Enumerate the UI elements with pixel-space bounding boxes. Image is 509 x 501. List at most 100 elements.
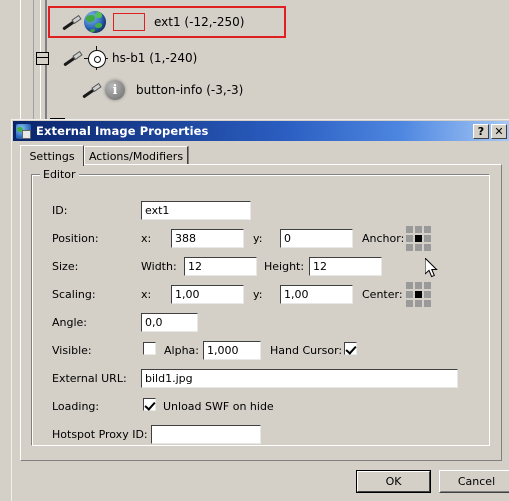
- tab-strip: Settings Actions/Modifiers: [20, 145, 502, 166]
- expand-box-icon[interactable]: [36, 51, 49, 65]
- dialog-title: External Image Properties: [36, 124, 209, 138]
- size-height-value[interactable]: 12: [310, 258, 366, 275]
- angle-stepper[interactable]: 0,0: [141, 312, 198, 332]
- row-angle: Angle: 0,0: [32, 311, 491, 333]
- anchor-cell-6[interactable]: [406, 243, 413, 251]
- hotspot-proxy-id-label: Hotspot Proxy ID:: [52, 427, 148, 441]
- row-scaling: Scaling: x: 1,00 y: 1,00 Center:: [32, 281, 491, 307]
- size-height-label: Height:: [264, 259, 305, 273]
- row-visible: Visible: Alpha: 1,000 Hand Cursor:: [32, 339, 491, 361]
- anchor-cell-5[interactable]: [424, 234, 431, 242]
- visible-checkbox[interactable]: [143, 342, 156, 355]
- anchor-cell-7[interactable]: [415, 243, 422, 251]
- pen-icon: [61, 50, 81, 66]
- hotspot-proxy-id-input[interactable]: [151, 424, 261, 444]
- anchor-selector[interactable]: [406, 225, 431, 251]
- position-label: Position:: [52, 231, 99, 245]
- center-cell-0[interactable]: [406, 281, 413, 289]
- anchor-cell-2[interactable]: [424, 225, 431, 233]
- image-globe-icon: [16, 123, 31, 139]
- crosshair-icon: [84, 46, 108, 70]
- row-hotspot-proxy-id: Hotspot Proxy ID:: [32, 423, 491, 445]
- anchor-cell-8[interactable]: [424, 243, 431, 251]
- tab-actions-modifiers[interactable]: Actions/Modifiers: [84, 146, 188, 165]
- center-cell-2[interactable]: [424, 281, 431, 289]
- tab-settings-label: Settings: [29, 149, 75, 163]
- scaling-x-stepper[interactable]: 1,00: [171, 284, 244, 304]
- scaling-x-label: x:: [141, 287, 152, 301]
- size-width-value[interactable]: 12: [185, 258, 241, 275]
- tab-actions-modifiers-label: Actions/Modifiers: [88, 149, 184, 163]
- tree-item-label: ext1 (-12,-250): [154, 15, 245, 29]
- pen-icon: [80, 82, 100, 98]
- help-button[interactable]: ?: [473, 123, 489, 139]
- center-cell-7[interactable]: [415, 299, 422, 307]
- tab-settings[interactable]: Settings: [20, 145, 84, 166]
- anchor-label: Anchor:: [362, 231, 405, 245]
- center-cell-8[interactable]: [424, 299, 431, 307]
- scaling-label: Scaling:: [52, 287, 96, 301]
- globe-icon: [84, 11, 106, 33]
- panel-divider-1: [20, 0, 21, 130]
- center-cell-5[interactable]: [424, 290, 431, 298]
- position-y-label: y:: [253, 231, 263, 245]
- info-icon: [105, 80, 125, 100]
- external-image-properties-dialog: External Image Properties ? ✕ Settings A…: [11, 119, 509, 501]
- center-cell-3[interactable]: [406, 290, 413, 298]
- cancel-button-label: Cancel: [457, 475, 496, 488]
- background-tree-panel: ext1 (-12,-250) hs-b1 (1,-240) button-in…: [0, 0, 509, 133]
- row-id: ID: ext1: [32, 199, 491, 221]
- cancel-button[interactable]: Cancel: [439, 470, 509, 493]
- visible-label: Visible:: [52, 343, 92, 357]
- size-label: Size:: [52, 259, 79, 273]
- angle-value[interactable]: 0,0: [142, 314, 182, 331]
- position-x-value[interactable]: 388: [172, 230, 228, 247]
- center-cell-6[interactable]: [406, 299, 413, 307]
- tree-row-hsb1[interactable]: hs-b1 (1,-240): [36, 44, 197, 72]
- tree-row-button-info[interactable]: button-info (-3,-3): [80, 76, 243, 104]
- anchor-cell-4[interactable]: [415, 234, 422, 242]
- position-y-value[interactable]: 0: [281, 230, 337, 247]
- position-y-stepper[interactable]: 0: [280, 228, 353, 248]
- tab-strip-end: [188, 146, 189, 165]
- close-button[interactable]: ✕: [491, 123, 507, 139]
- angle-label: Angle:: [52, 315, 88, 329]
- external-url-input[interactable]: bild1.jpg: [141, 368, 458, 388]
- dialog-titlebar[interactable]: External Image Properties ? ✕: [13, 121, 509, 141]
- anchor-cell-1[interactable]: [415, 225, 422, 233]
- panel-divider-2: [33, 0, 34, 130]
- row-size: Size: Width: 12 Height: 12: [32, 255, 491, 277]
- alpha-value[interactable]: 1,000: [204, 342, 245, 359]
- row-loading: Loading: Unload SWF on hide: [32, 395, 491, 417]
- row-external-url: External URL: bild1.jpg: [32, 367, 491, 389]
- scaling-y-stepper[interactable]: 1,00: [280, 284, 353, 304]
- tree-row-ext1[interactable]: ext1 (-12,-250): [60, 8, 244, 36]
- hand-cursor-checkbox[interactable]: [344, 342, 357, 355]
- ok-button-label: OK: [385, 475, 402, 488]
- center-selector[interactable]: [406, 281, 431, 307]
- anchor-cell-0[interactable]: [406, 225, 413, 233]
- tree-item-label: button-info (-3,-3): [136, 83, 244, 97]
- size-width-stepper[interactable]: 12: [184, 256, 257, 276]
- alpha-stepper[interactable]: 1,000: [203, 340, 261, 360]
- position-x-stepper[interactable]: 388: [171, 228, 244, 248]
- size-height-stepper[interactable]: 12: [309, 256, 382, 276]
- unload-swf-checkbox[interactable]: [143, 398, 156, 411]
- row-position: Position: x: 388 y: 0 Anchor:: [32, 225, 491, 251]
- id-input[interactable]: ext1: [141, 200, 251, 220]
- ok-button[interactable]: OK: [356, 470, 431, 493]
- external-url-label: External URL:: [52, 371, 127, 385]
- center-label: Center:: [362, 287, 403, 301]
- center-cell-1[interactable]: [415, 281, 422, 289]
- center-cell-4[interactable]: [415, 290, 422, 298]
- scaling-y-label: y:: [253, 287, 263, 301]
- scaling-x-value[interactable]: 1,00: [172, 286, 228, 303]
- hand-cursor-label: Hand Cursor:: [270, 343, 343, 357]
- anchor-cell-3[interactable]: [406, 234, 413, 242]
- editor-groupbox: Editor ID: ext1 Position: x: 388 y: 0 An…: [31, 168, 491, 446]
- red-rect-swatch-icon: [113, 13, 145, 31]
- editor-group-title: Editor: [40, 168, 79, 181]
- settings-tab-page: Editor ID: ext1 Position: x: 388 y: 0 An…: [20, 164, 502, 461]
- position-x-label: x:: [141, 231, 152, 245]
- scaling-y-value[interactable]: 1,00: [281, 286, 337, 303]
